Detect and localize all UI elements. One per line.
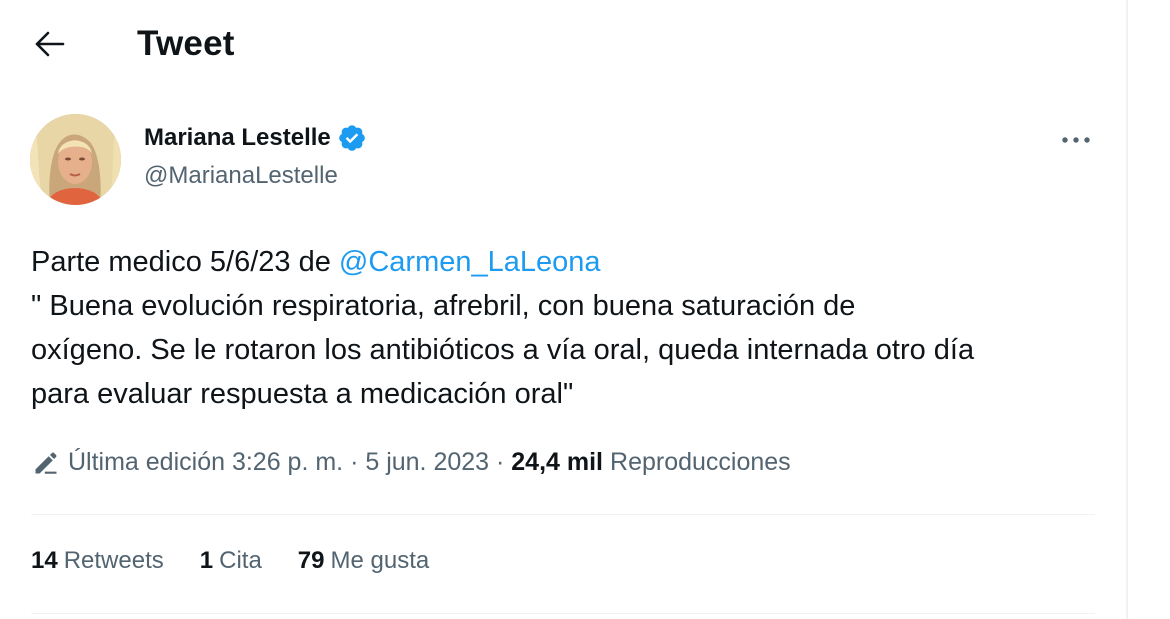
likes-label: Me gusta [330,547,430,574]
retweets-count: 14 [31,547,58,574]
quotes-stat[interactable]: 1 Cita [200,547,262,575]
tweet-line-3: oxígeno. Se le rotaron los antibióticos … [31,334,975,366]
tweet-text: Parte medico 5/6/23 de @Carmen_LaLeona "… [31,240,1101,416]
views-label: Reproducciones [610,448,791,476]
quotes-label: Cita [219,547,262,574]
more-dots-icon [1062,137,1090,143]
likes-stat[interactable]: 79 Me gusta [298,547,429,575]
column-border [1126,0,1128,619]
tweet-meta: Última edición 3:26 p. m. · 5 jun. 2023 … [32,448,791,477]
avatar[interactable] [30,114,121,205]
quotes-count: 1 [199,547,214,574]
arrow-left-icon [35,31,65,57]
user-display-name[interactable]: Mariana Lestelle [144,124,331,152]
user-name-row[interactable]: Mariana Lestelle [144,123,367,153]
tweet-text-prefix: Parte medico 5/6/23 de [31,246,339,278]
page-title: Tweet [137,24,235,63]
divider-top [31,514,1095,515]
tweet-date[interactable]: 5 jun. 2023 [365,448,489,477]
page-header: Tweet [0,0,1126,90]
retweets-stat[interactable]: 14 Retweets [31,547,164,575]
verified-badge-icon [338,125,365,151]
more-options-button[interactable] [1058,125,1094,155]
divider-bottom [31,613,1095,614]
likes-count: 79 [297,547,325,574]
views-count: 24,4 mil [511,448,604,476]
mention-link[interactable]: @Carmen_LaLeona [339,246,601,278]
tweet-line-4: para evaluar respuesta a medicación oral… [31,378,574,410]
edited-label[interactable]: Última edición 3:26 p. m. [68,448,343,477]
engagement-stats: 14 Retweets 1 Cita 79 Me gusta [31,547,465,575]
meta-separator: · [489,448,512,476]
meta-separator: · [343,448,366,476]
user-handle[interactable]: @MarianaLestelle [144,162,338,190]
tweet-line-1: Parte medico 5/6/23 de @Carmen_LaLeona [31,240,1101,284]
back-button[interactable] [30,24,70,64]
tweet-page: Tweet Mariana Lestelle @MarianaLestelle [0,0,1170,619]
pencil-icon [35,452,57,474]
retweets-label: Retweets [63,547,164,574]
tweet-line-2: " Buena evolución respiratoria, afrebril… [31,290,856,322]
